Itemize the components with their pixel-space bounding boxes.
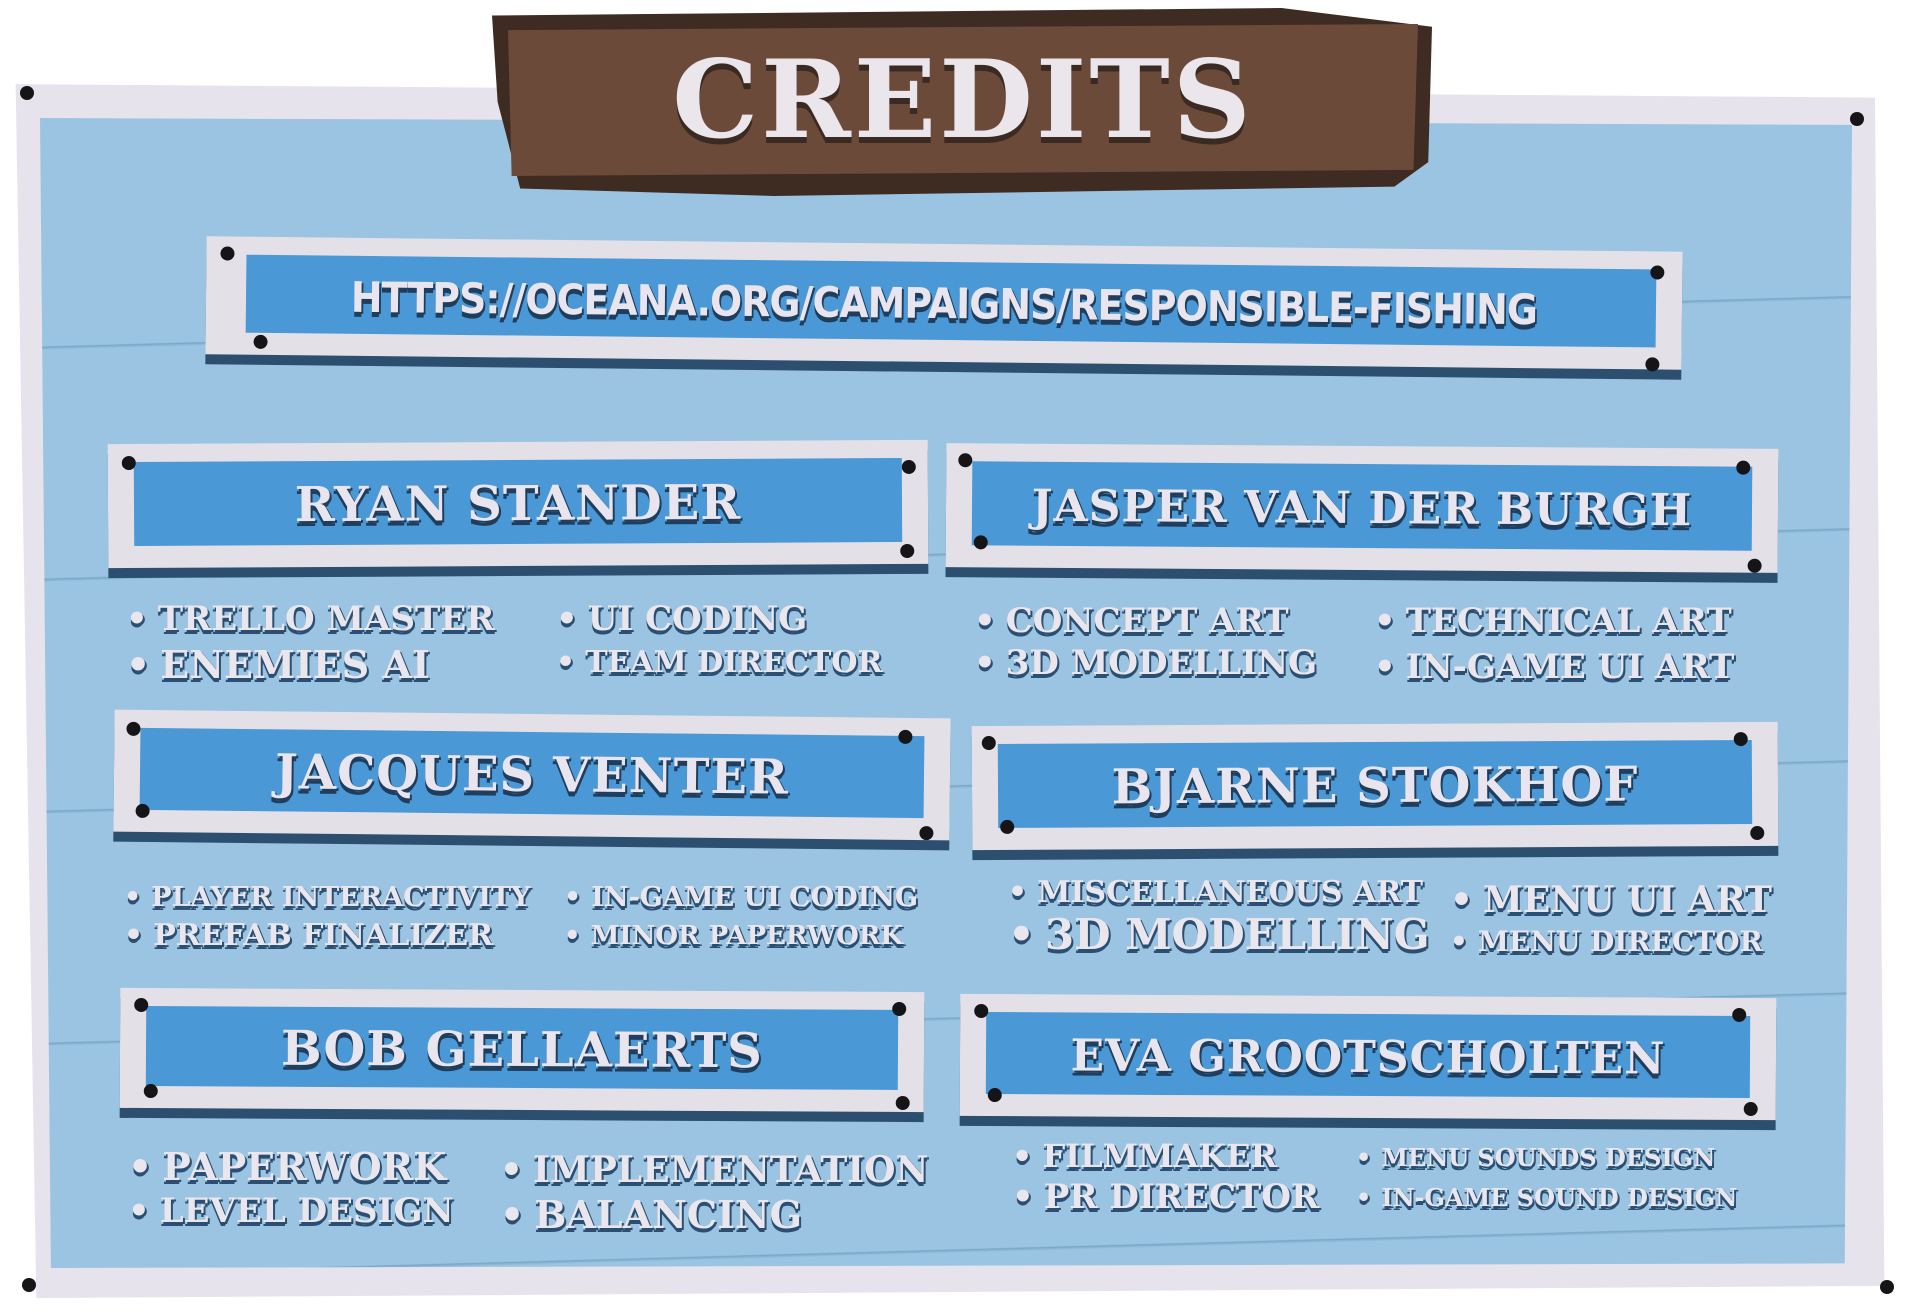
role-item: • UI CODING (556, 599, 808, 639)
role-item: • IN-GAME UI ART (1374, 647, 1735, 687)
credit-name: JASPER VAN DER BURGH (1031, 480, 1693, 536)
board-nail-icon (1880, 1280, 1894, 1294)
role-item: • CONCEPT ART (974, 601, 1289, 641)
credit-name: BOB GELLAERTS (280, 1020, 764, 1080)
role-item: • MENU SOUNDS DESIGN (1356, 1143, 1716, 1172)
role-item: • TRELLO MASTER (126, 599, 495, 639)
campaign-link[interactable]: HTTPS://OCEANA.ORG/CAMPAIGNS/RESPONSIBLE… (279, 237, 1609, 369)
credit-name: BJARNE STOKHOF (1111, 756, 1639, 816)
role-list-left: • FILMMAKER • PR DIRECTOR (1012, 1140, 1319, 1214)
role-item: • IN-GAME SOUND DESIGN (1356, 1183, 1738, 1212)
role-list-right: • TECHNICAL ART • IN-GAME UI ART (1374, 604, 1734, 684)
role-item: • MISCELLANEOUS ART (1008, 875, 1423, 910)
role-list-left: • PLAYER INTERACTIVITY • PREFAB FINALIZER (124, 884, 530, 951)
role-list-right: • UI CODING • TEAM DIRECTOR (556, 602, 882, 678)
board-nail-icon (1850, 112, 1864, 126)
role-list-left: • TRELLO MASTER • ENEMIES AI (126, 602, 495, 684)
role-item: • PREFAB FINALIZER (124, 918, 494, 953)
role-item: • TECHNICAL ART (1374, 601, 1732, 641)
role-item: • MENU DIRECTOR (1450, 925, 1763, 958)
role-item: • FILMMAKER (1012, 1137, 1278, 1175)
role-item: • LEVEL DESIGN (128, 1191, 454, 1231)
role-item: • 3D MODELLING (1008, 910, 1430, 959)
nail-icon (1645, 357, 1660, 372)
nail-icon (220, 246, 235, 261)
role-list-left: • PAPERWORK • LEVEL DESIGN (128, 1144, 454, 1231)
role-item: • MINOR PAPERWORK (564, 921, 903, 951)
name-sign-jasper: JASPER VAN DER BURGH (945, 443, 1779, 573)
credit-name: JACQUES VENTER (274, 744, 790, 806)
role-item: • IMPLEMENTATION (500, 1149, 929, 1191)
name-sign-bob: BOB GELLAERTS (119, 987, 925, 1113)
role-list-right: • MENU UI ART • MENU DIRECTOR (1450, 882, 1772, 956)
credit-name: RYAN STANDER (294, 474, 742, 534)
role-item: • MENU UI ART (1450, 879, 1772, 921)
role-item: • TEAM DIRECTOR (556, 645, 883, 680)
page-title: CREDITS (672, 37, 1254, 163)
board-nail-icon (22, 1278, 36, 1292)
role-list-right: • MENU SOUNDS DESIGN • IN-GAME SOUND DESIG… (1356, 1146, 1737, 1210)
nail-icon (1650, 265, 1665, 280)
name-sign-jacques: JACQUES VENTER (113, 709, 951, 841)
role-item: • ENEMIES AI (126, 642, 430, 687)
role-item: • BALANCING (500, 1192, 803, 1237)
role-item: • PR DIRECTOR (1012, 1177, 1320, 1217)
role-item: • 3D MODELLING (974, 643, 1318, 683)
board-nail-icon (20, 86, 34, 100)
role-list-right: • IMPLEMENTATION • BALANCING (500, 1152, 928, 1234)
name-sign-ryan: RYAN STANDER (107, 439, 929, 569)
role-list-left: • CONCEPT ART • 3D MODELLING (974, 604, 1317, 680)
name-sign-bjarne: BJARNE STOKHOF (971, 721, 1779, 851)
role-list-right: • IN-GAME UI CODING • MINOR PAPERWORK (564, 884, 918, 949)
role-item: • IN-GAME UI CODING (564, 882, 919, 913)
role-list-left: • MISCELLANEOUS ART • 3D MODELLING (1008, 878, 1430, 956)
name-sign-eva: EVA GROOTSCHOLTEN (959, 993, 1777, 1121)
nail-icon (253, 334, 268, 349)
role-item: • PAPERWORK (128, 1144, 447, 1189)
credit-name: EVA GROOTSCHOLTEN (1070, 1029, 1666, 1085)
link-sign[interactable]: HTTPS://OCEANA.ORG/CAMPAIGNS/RESPONSIBLE… (205, 236, 1683, 372)
role-item: • PLAYER INTERACTIVITY (124, 882, 531, 913)
